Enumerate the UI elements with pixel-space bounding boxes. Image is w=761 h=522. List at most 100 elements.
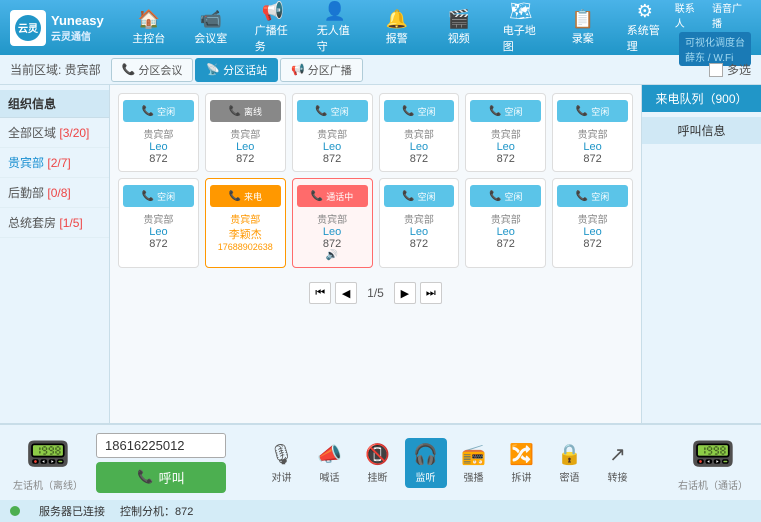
station-card-2-2[interactable]: 📞来电 贵宾部 李颖杰 17688902638 — [205, 178, 286, 268]
station-card-1-1[interactable]: 📞空闲 贵宾部 Leo 872 — [118, 93, 199, 172]
phone-icon-4: 📞 — [402, 106, 414, 117]
voice-btn[interactable]: 📻语音广播 — [712, 0, 751, 30]
phone-icon-12: 📞 — [576, 191, 588, 202]
nav-report-label: 报警 — [386, 30, 408, 46]
system-icon: ⚙ — [637, 2, 653, 20]
nav-broadcast[interactable]: 📢广播任务 — [243, 0, 303, 58]
action-hangup[interactable]: 📵 挂断 — [357, 438, 399, 488]
sidebar-item-all[interactable]: 全部区域 [3/20] — [0, 118, 109, 148]
num-2-6: 872 — [583, 238, 601, 250]
action-secret[interactable]: 🔒 密语 — [549, 438, 591, 488]
tab-meeting-icon: 📞 — [122, 63, 136, 76]
contacts-btn[interactable]: 👥联系人 — [675, 0, 704, 30]
name-1-5: Leo — [497, 141, 515, 153]
nav-map[interactable]: 🗺电子地图 — [491, 0, 551, 58]
station-card-2-1[interactable]: 📞空闲 贵宾部 Leo 872 — [118, 178, 199, 268]
station-card-1-5[interactable]: 📞空闲 贵宾部 Leo 872 — [465, 93, 546, 172]
monitor-label: 监听 — [416, 469, 436, 484]
broadcast-icon: 📢 — [262, 2, 284, 20]
logo-brand: Yuneasy — [51, 13, 104, 28]
sidebar-suite-count: [1/5] — [59, 216, 82, 230]
station-card-2-4[interactable]: 📞空闲 贵宾部 Leo 872 — [379, 178, 460, 268]
call-icon: 📞 — [137, 469, 153, 485]
dept-1-3: 贵宾部 — [317, 126, 347, 141]
nav-uav[interactable]: 👤无人值守 — [305, 0, 365, 58]
force-icon: 📻 — [461, 442, 486, 467]
call-button[interactable]: 📞 呼叫 — [96, 462, 226, 493]
nav-main[interactable]: 🏠 主控台 — [119, 0, 179, 58]
secret-label: 密语 — [560, 469, 580, 484]
hangup-icon: 📵 — [365, 442, 390, 467]
nav-records[interactable]: 📋 录案 — [553, 0, 613, 58]
action-intercom[interactable]: 🎙 对讲 — [261, 438, 303, 488]
nav-report[interactable]: 🔔报警 — [367, 0, 427, 58]
intercom-label: 对讲 — [272, 469, 292, 484]
num-1-5: 872 — [497, 153, 515, 165]
intercom-icon: 🎙 — [269, 442, 294, 467]
main-icon: 🏠 — [138, 10, 160, 28]
nav-uav-label: 无人值守 — [317, 22, 353, 54]
num-2-4: 872 — [410, 238, 428, 250]
logo-text: Yuneasy 云灵通信 — [51, 13, 104, 43]
dept-1-5: 贵宾部 — [491, 126, 521, 141]
records-icon: 📋 — [572, 10, 594, 28]
dial-area: 📞 呼叫 — [96, 433, 226, 493]
station-card-1-4[interactable]: 📞空闲 贵宾部 Leo 872 — [379, 93, 460, 172]
nav-meeting-label: 会议室 — [194, 30, 227, 46]
control-ext: 控制分机：872 — [120, 503, 193, 519]
sidebar-item-logistics[interactable]: 后勤部 [0/8] — [0, 178, 109, 208]
phone-icon-7: 📞 — [142, 191, 154, 202]
hangup-label: 挂断 — [368, 469, 388, 484]
tab-meeting[interactable]: 📞 分区会议 — [111, 58, 194, 82]
page-prev-btn[interactable]: ◀ — [335, 282, 357, 304]
sub-header: 当前区域: 贵宾部 📞 分区会议 📡 分区话站 📢 分区广播 多选 — [0, 55, 761, 85]
action-monitor[interactable]: 🎧 监听 — [405, 438, 447, 488]
action-transfer[interactable]: ↗ 转接 — [597, 438, 639, 488]
nav-video-label: 视频 — [448, 30, 470, 46]
num-1-4: 872 — [410, 153, 428, 165]
sidebar-item-suite[interactable]: 总统套房 [1/5] — [0, 208, 109, 238]
station-card-1-3[interactable]: 📞空闲 贵宾部 Leo 872 — [292, 93, 373, 172]
station-card-2-3[interactable]: 📞通话中 贵宾部 Leo 872 🔊 — [292, 178, 373, 268]
call-label: 呼叫 — [159, 468, 185, 487]
tab-broadcast-icon: 📢 — [291, 63, 305, 76]
tab-station[interactable]: 📡 分区话站 — [195, 58, 278, 82]
extra-2-3: 🔊 — [326, 250, 338, 261]
status-bar: 服务器已连接 控制分机：872 — [0, 500, 761, 522]
station-card-2-6[interactable]: 📞空闲 贵宾部 Leo 872 — [552, 178, 633, 268]
dept-2-5: 贵宾部 — [491, 211, 521, 226]
action-talk[interactable]: 📣 喊话 — [309, 438, 351, 488]
action-split[interactable]: 🔀 拆讲 — [501, 438, 543, 488]
sidebar-item-vip[interactable]: 贵宾部 [2/7] — [0, 148, 109, 178]
sidebar-vip-count: [2/7] — [47, 156, 70, 170]
page-next-btn[interactable]: ▶ — [394, 282, 416, 304]
nav-system[interactable]: ⚙系统管理 — [615, 0, 675, 58]
phone-icon-9: 📞 — [311, 191, 323, 202]
nav-records-label: 录案 — [572, 30, 594, 46]
station-card-2-5[interactable]: 📞空闲 贵宾部 Leo 872 — [465, 178, 546, 268]
nav-meeting[interactable]: 📹 会议室 — [181, 0, 241, 58]
logo-icon: 云灵 — [10, 10, 46, 46]
nav-main-label: 主控台 — [132, 30, 165, 46]
multi-select-checkbox[interactable] — [709, 63, 723, 77]
num-1-2: 872 — [236, 153, 254, 165]
dial-input[interactable] — [96, 433, 226, 458]
meeting-icon: 📹 — [200, 10, 222, 28]
station-card-1-6[interactable]: 📞空闲 贵宾部 Leo 872 — [552, 93, 633, 172]
nav-video[interactable]: 🎬视频 — [429, 0, 489, 58]
page-first-btn[interactable]: ⏮ — [309, 282, 331, 304]
page-last-btn[interactable]: ⏭ — [420, 282, 442, 304]
talk-label: 喊话 — [320, 469, 340, 484]
sidebar-vip-label: 贵宾部 — [8, 156, 44, 170]
sidebar-all-label: 全部区域 — [8, 126, 56, 140]
station-card-1-2[interactable]: 📞离线 贵宾部 Leo 872 — [205, 93, 286, 172]
name-1-4: Leo — [410, 141, 428, 153]
name-1-3: Leo — [323, 141, 341, 153]
split-label: 拆讲 — [512, 469, 532, 484]
dept-2-3: 贵宾部 — [317, 211, 347, 226]
multi-select[interactable]: 多选 — [709, 61, 751, 78]
phone-icon-5: 📞 — [489, 106, 501, 117]
tab-broadcast[interactable]: 📢 分区广播 — [280, 58, 363, 82]
action-force[interactable]: 📻 强播 — [453, 438, 495, 488]
transfer-label: 转接 — [608, 469, 628, 484]
